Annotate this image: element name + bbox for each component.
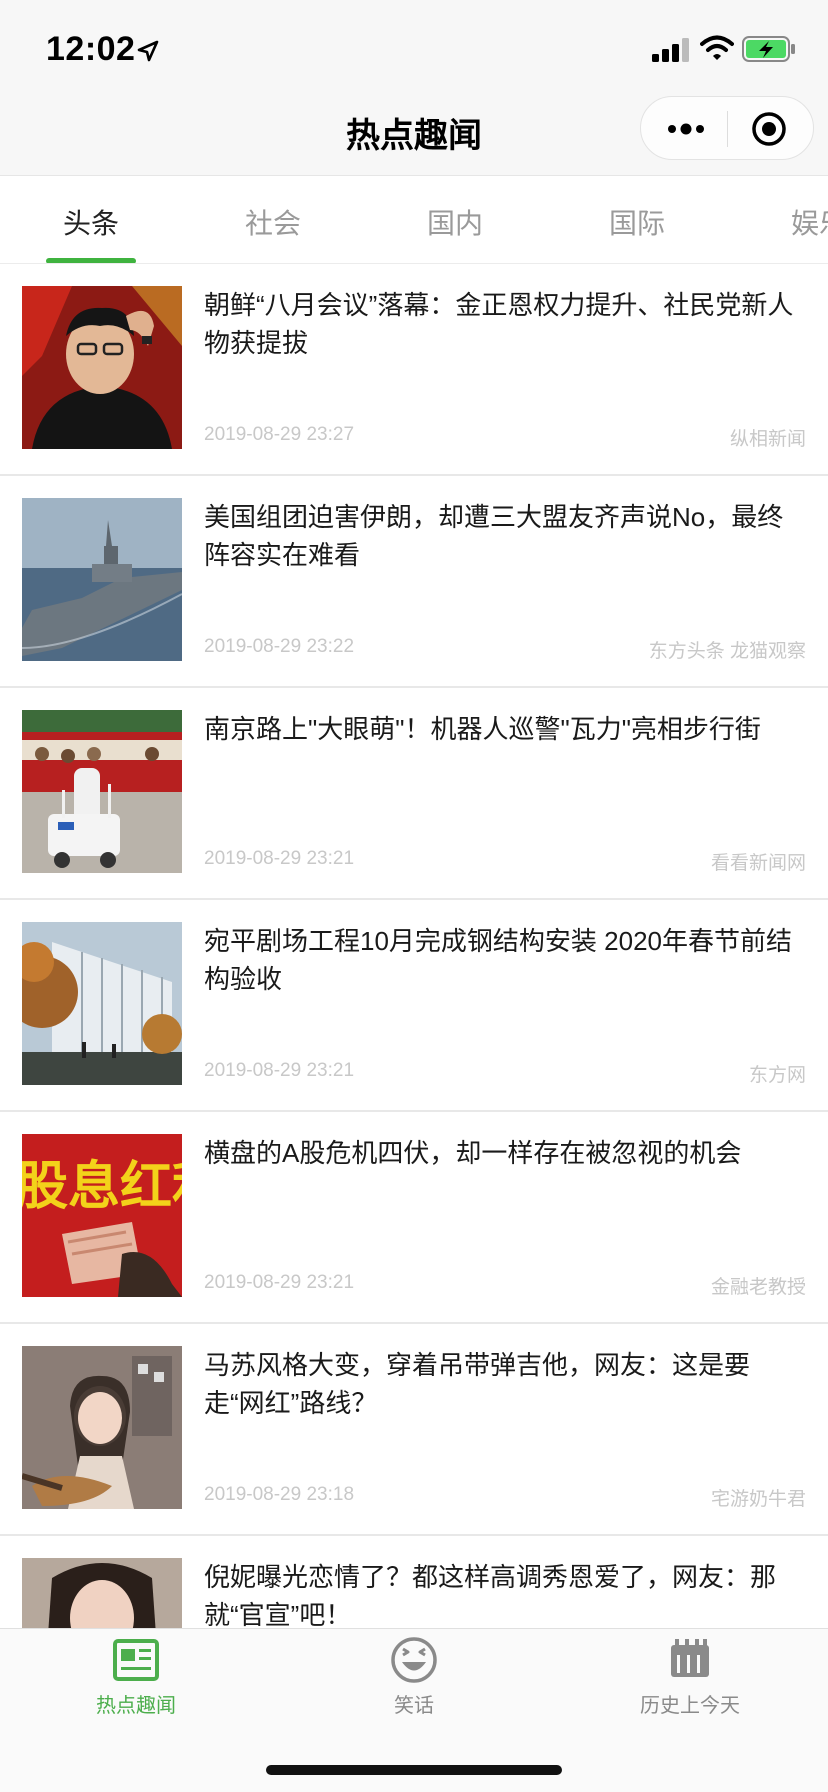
news-thumbnail	[22, 710, 182, 873]
more-options-icon[interactable]	[663, 115, 709, 143]
news-title: 朝鲜“八月会议”落幕：金正恩权力提升、社民党新人物获提拔	[204, 290, 794, 358]
cellular-signal-icon	[652, 38, 689, 62]
tabbar-label: 热点趣闻	[96, 1695, 176, 1717]
news-item[interactable]: 股息红利 横盘的A股危机四伏，却一样存在被忽视的机会 2019-08-29 23…	[0, 1112, 828, 1324]
news-time: 2019-08-29 23:18	[204, 1484, 355, 1505]
news-title: 美国组团迫害伊朗，却遭三大盟友齐声说No，最终阵容实在难看	[204, 502, 784, 570]
tabbar-today-in-history[interactable]: 历史上今天	[600, 1635, 780, 1718]
news-time: 2019-08-29 23:21	[204, 848, 355, 869]
news-time: 2019-08-29 23:22	[204, 636, 355, 657]
thumbnail-text: 股息红利	[22, 1157, 182, 1217]
news-item[interactable]: 马苏风格大变，穿着吊带弹吉他，网友：这是要走“网红”路线？ 2019-08-29…	[0, 1324, 828, 1536]
category-tabs: 头条 社会 国内 国际 娱乐	[0, 176, 828, 264]
news-item[interactable]: 南京路上"大眼萌"！机器人巡警"瓦力"亮相步行街 2019-08-29 23:2…	[0, 688, 828, 900]
tab-domestic[interactable]: 国内	[400, 202, 510, 242]
news-source: 看看新闻网	[710, 853, 806, 874]
home-indicator[interactable]	[266, 1765, 562, 1775]
news-thumbnail	[22, 1346, 182, 1509]
news-item[interactable]: 倪妮曝光恋情了？都这样高调秀恩爱了，网友：那就“官宣”吧！	[0, 1536, 828, 1628]
news-time: 2019-08-29 23:21	[204, 1272, 355, 1293]
news-source: 金融老教授	[710, 1277, 806, 1298]
news-list: 朝鲜“八月会议”落幕：金正恩权力提升、社民党新人物获提拔 2019-08-29 …	[0, 264, 828, 1628]
tab-society[interactable]: 社会	[218, 202, 328, 242]
news-item[interactable]: 朝鲜“八月会议”落幕：金正恩权力提升、社民党新人物获提拔 2019-08-29 …	[0, 264, 828, 476]
tab-international[interactable]: 国际	[582, 202, 692, 242]
close-miniprogram-icon[interactable]	[749, 109, 789, 149]
news-thumbnail	[22, 922, 182, 1085]
news-source: 东方网	[748, 1065, 806, 1086]
news-time: 2019-08-29 23:27	[204, 424, 355, 445]
news-title: 南京路上"大眼萌"！机器人巡警"瓦力"亮相步行街	[204, 714, 761, 744]
capsule-divider	[727, 111, 728, 147]
tab-headlines[interactable]: 头条	[36, 202, 146, 242]
miniprogram-capsule	[640, 96, 814, 160]
news-source: 东方头条 龙猫观察	[648, 641, 806, 662]
tabbar-label: 历史上今天	[640, 1695, 740, 1717]
news-time: 2019-08-29 23:21	[204, 1060, 355, 1081]
news-thumbnail	[22, 498, 182, 661]
news-title: 横盘的A股危机四伏，却一样存在被忽视的机会	[204, 1138, 742, 1168]
laugh-icon	[391, 1637, 437, 1683]
tab-entertainment[interactable]: 娱乐	[764, 202, 828, 242]
location-arrow-icon	[137, 40, 159, 62]
navigation-bar: 热点趣闻	[0, 92, 828, 176]
news-item[interactable]: 宛平剧场工程10月完成钢结构安装 2020年春节前结构验收 2019-08-29…	[0, 900, 828, 1112]
news-item[interactable]: 美国组团迫害伊朗，却遭三大盟友齐声说No，最终阵容实在难看 2019-08-29…	[0, 476, 828, 688]
wifi-icon	[700, 35, 734, 60]
news-title: 倪妮曝光恋情了？都这样高调秀恩爱了，网友：那就“官宣”吧！	[204, 1562, 777, 1628]
news-thumbnail: 股息红利	[22, 1134, 182, 1297]
tabbar-hot-news[interactable]: 热点趣闻	[46, 1635, 226, 1718]
tabbar-label: 笑话	[394, 1695, 434, 1717]
bottom-tab-bar: 热点趣闻 笑话 历史上今天	[0, 1628, 828, 1792]
news-source: 纵相新闻	[729, 429, 806, 450]
news-title: 宛平剧场工程10月完成钢结构安装 2020年春节前结构验收	[204, 926, 792, 994]
news-thumbnail	[22, 286, 182, 449]
news-source: 宅游奶牛君	[710, 1489, 806, 1510]
news-thumbnail	[22, 1558, 182, 1628]
status-bar: 12:02	[0, 0, 828, 92]
news-title: 马苏风格大变，穿着吊带弹吉他，网友：这是要走“网红”路线？	[204, 1350, 751, 1418]
news-icon	[113, 1639, 159, 1681]
calendar-icon	[671, 1639, 709, 1677]
battery-charging-icon	[742, 36, 795, 62]
tabbar-jokes[interactable]: 笑话	[324, 1635, 504, 1718]
status-time: 12:02	[46, 30, 136, 68]
